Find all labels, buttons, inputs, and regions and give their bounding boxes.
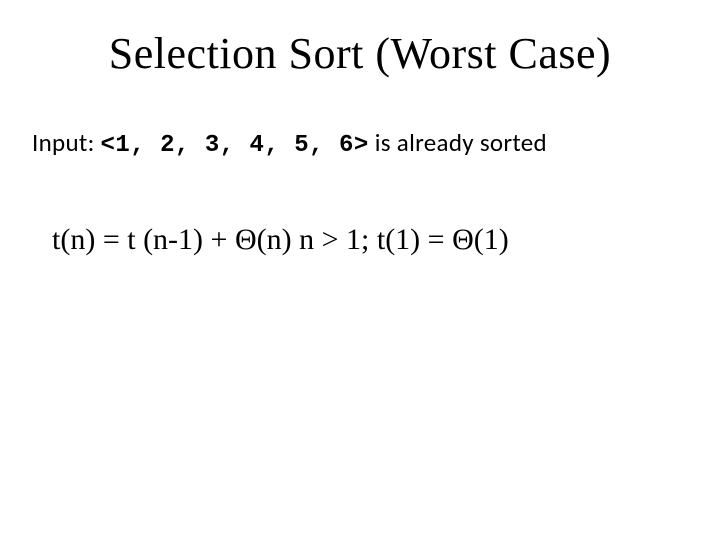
recurrence-relation: t(n) = t (n-1) + Θ(n) n > 1; t(1) = Θ(1)	[52, 223, 690, 257]
input-sequence: <1, 2, 3, 4, 5, 6>	[101, 132, 369, 159]
input-suffix: is already sorted	[375, 127, 547, 158]
input-line: Input: <1, 2, 3, 4, 5, 6> is already sor…	[32, 127, 690, 159]
input-label: Input:	[32, 127, 95, 158]
slide-title: Selection Sort (Worst Case)	[30, 28, 690, 79]
slide: Selection Sort (Worst Case) Input: <1, 2…	[0, 0, 720, 540]
